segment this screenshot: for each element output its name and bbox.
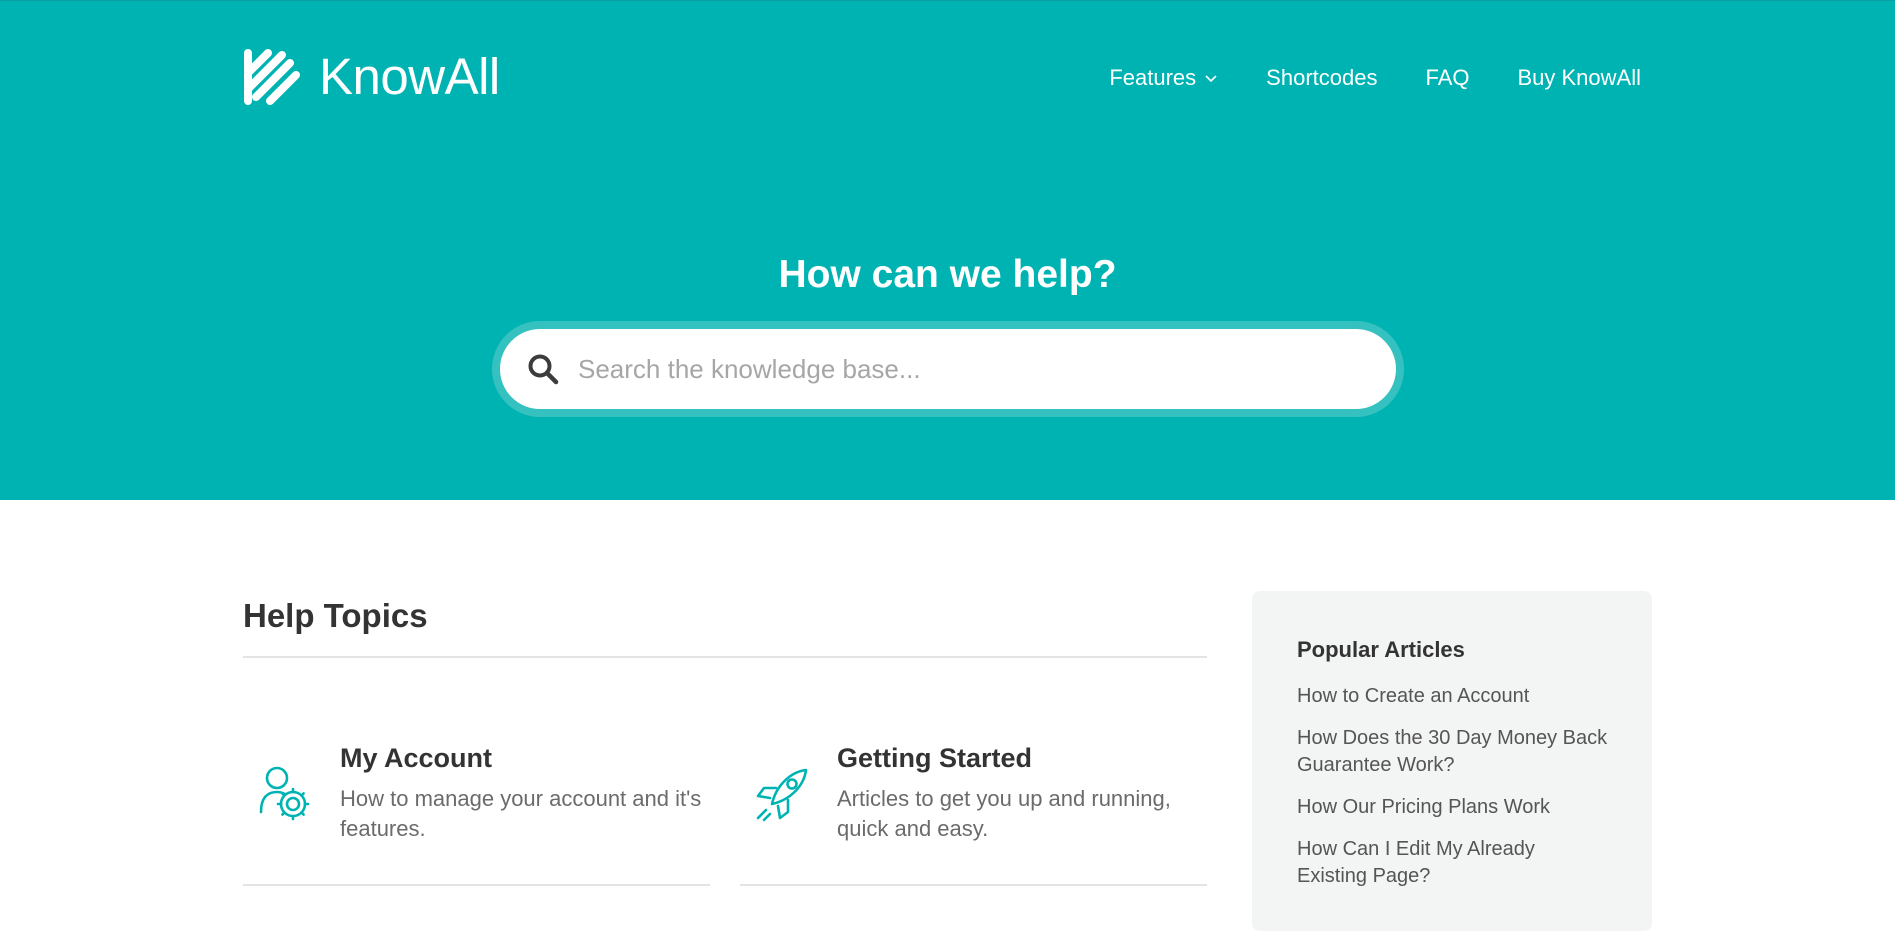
topic-card-my-account[interactable]: My Account How to manage your account an… [243, 740, 710, 886]
hero-banner: KnowAll Features Shortcodes FAQ Buy Know… [0, 0, 1895, 500]
nav-item-features[interactable]: Features [1109, 63, 1218, 93]
nav-item-label: Buy KnowAll [1517, 65, 1641, 90]
article-link[interactable]: How to Create an Account [1297, 683, 1608, 710]
nav-item-faq[interactable]: FAQ [1425, 63, 1469, 93]
user-gear-icon [259, 766, 310, 821]
article-link[interactable]: How Our Pricing Plans Work [1297, 794, 1608, 821]
help-topics-heading: Help Topics [243, 597, 428, 634]
brand-name: KnowAll [319, 48, 500, 105]
main-nav: Features Shortcodes FAQ Buy KnowAll [1109, 63, 1641, 93]
hero-title: How can we help? [778, 253, 1117, 296]
divider [243, 656, 1207, 658]
topic-card-title: Getting Started [837, 743, 1033, 773]
search-input[interactable] [578, 353, 1358, 385]
popular-articles-heading: Popular Articles [1297, 637, 1465, 662]
knowall-logo-icon [244, 49, 300, 105]
search-box[interactable] [500, 329, 1396, 409]
search-icon [528, 354, 559, 385]
nav-item-label: FAQ [1425, 65, 1470, 90]
topic-card-description: Articles to get you up and running, quic… [837, 786, 1171, 841]
topic-card-description: How to manage your account and it's feat… [340, 786, 702, 841]
nav-item-label: Shortcodes [1266, 65, 1378, 90]
nav-item-label: Features [1109, 65, 1197, 90]
brand-logo[interactable]: KnowAll [242, 47, 500, 107]
nav-item-shortcodes[interactable]: Shortcodes [1266, 63, 1377, 93]
article-link[interactable]: How Does the 30 Day Money Back Guarantee… [1297, 725, 1608, 779]
topic-card-title: My Account [340, 743, 493, 773]
divider [740, 884, 1207, 886]
topic-card-getting-started[interactable]: Getting Started Articles to get you up a… [740, 740, 1207, 886]
divider [243, 884, 710, 886]
rocket-icon [756, 768, 808, 822]
search-bar [492, 321, 1404, 417]
popular-articles-sidebar: Popular Articles How to Create an Accoun… [1252, 591, 1652, 931]
nav-item-buy-knowall[interactable]: Buy KnowAll [1517, 63, 1641, 93]
article-link[interactable]: How Can I Edit My Already Existing Page? [1297, 836, 1608, 890]
chevron-down-icon [1205, 75, 1217, 83]
